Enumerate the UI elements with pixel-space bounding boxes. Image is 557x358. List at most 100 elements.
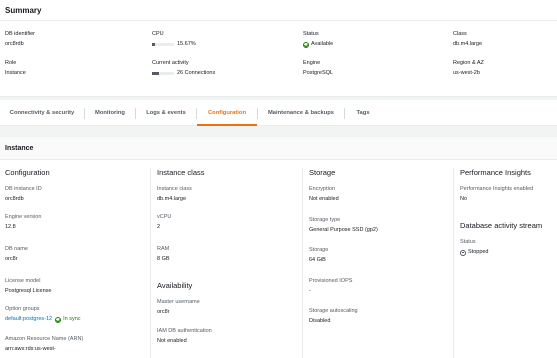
column-divider [453,168,454,358]
engine-field: Engine PostgreSQL [303,60,333,77]
performance-insights-title: Performance Insights [460,168,531,177]
db-identifier-field: DB identifier orc8rdb [5,31,35,48]
cpu-label: CPU [152,31,164,37]
activity-progress-fill [152,72,159,75]
activity-progress-bar [152,72,174,75]
arn-value: arn:aws:rds:us-west- [5,346,56,352]
tab-maintenance-backups[interactable]: Maintenance & backups [258,100,344,126]
instance-class-column: Instance class [157,168,205,177]
stopped-icon [460,249,466,256]
storage-type-label: Storage type [309,217,341,223]
ram-label: RAM [157,246,170,252]
cpu-field: CPU 15.67% [152,31,196,48]
pi-enabled-value: No [460,196,468,202]
iops-value: - [309,288,311,294]
arn-label: Amazon Resource Name (ARN) [5,336,84,342]
db-name-label: DB name [5,246,28,252]
vcpu-value: 2 [157,224,161,230]
cpu-value-row: 15.67% [152,41,196,48]
autoscaling-value: Disabled [309,318,331,324]
master-username-field: Master username orc8r [157,299,200,316]
engine-label: Engine [303,60,321,66]
ram-field: RAM 8 GB [157,246,170,263]
current-activity-value: 26 Connections [177,70,216,76]
instance-class-field: Instance class db.m4.large [157,186,192,203]
in-sync-badge: In sync [55,316,81,323]
option-groups-label: Option groups [5,306,40,312]
current-activity-value-row: 26 Connections [152,70,215,77]
status-label: Status [303,31,319,37]
storage-size-label: Storage [309,247,329,253]
option-groups-value-row: default:postgres-12 In sync [5,316,81,323]
iops-field: Provisioned IOPS - [309,278,352,295]
iam-auth-value: Not enabled [157,338,187,344]
tab-tags[interactable]: Tags [345,100,381,126]
check-circle-icon [303,41,309,48]
current-activity-field: Current activity 26 Connections [152,60,215,77]
role-label: Role [5,60,17,66]
activity-stream-status-label: Status [460,239,476,245]
instance-title: Instance [5,145,34,152]
instance-class-label: Instance class [157,186,192,192]
storage-type-field: Storage type General Purpose SSD (gp2) [309,217,378,234]
vcpu-label: vCPU [157,214,172,220]
arn-field: Amazon Resource Name (ARN) arn:aws:rds:u… [5,336,83,353]
activity-stream-title: Database activity stream [460,221,543,230]
status-value: Available [311,41,334,47]
db-identifier-label: DB identifier [5,31,35,37]
engine-version-label: Engine version [5,214,42,220]
in-sync-text: In sync [63,316,81,322]
column-divider [150,168,151,358]
option-group-link[interactable]: default:postgres-12 [5,316,52,323]
tab-configuration[interactable]: Configuration [197,100,257,126]
license-model-label: License model [5,278,41,284]
vcpu-field: vCPU 2 [157,214,171,231]
performance-insights-column: Performance Insights [460,168,531,177]
db-identifier-value: orc8rdb [5,41,24,47]
region-field: Region & AZ us-west-2b [453,60,484,77]
master-username-label: Master username [157,299,200,305]
license-model-field: License model Postgresql License [5,278,51,295]
availability-title: Availability [157,281,193,290]
option-groups-field: Option groups default:postgres-12 In syn… [5,306,81,323]
class-value: db.m4.large [453,41,483,47]
activity-stream-status-field: Status Stopped [460,239,489,256]
tab-connectivity-security[interactable]: Connectivity & security [0,100,84,126]
column-divider [302,168,303,358]
autoscaling-field: Storage autoscaling Disabled [309,308,358,325]
db-instance-id-label: DB instance ID [5,186,42,192]
encryption-field: Encryption Not enabled [309,186,339,203]
engine-version-value: 12.8 [5,224,16,230]
iam-auth-field: IAM DB authentication Not enabled [157,328,212,345]
region-label: Region & AZ [453,60,484,66]
status-badge: Available [303,41,333,48]
class-label: Class [453,31,467,37]
instance-class-title: Instance class [157,168,205,177]
encryption-label: Encryption [309,186,335,192]
class-field: Class db.m4.large [453,31,482,48]
iam-auth-label: IAM DB authentication [157,328,212,334]
configuration-title: Configuration [5,168,50,177]
instance-header: Instance [0,137,557,160]
check-circle-icon [55,316,62,323]
status-field: Status Available [303,31,333,48]
db-instance-id-value: orc8rdb [5,196,24,202]
activity-stream-status-row: Stopped [460,249,489,256]
ram-value: 8 GB [157,256,170,262]
current-activity-label: Current activity [152,60,189,66]
pi-enabled-label: Performance Insights enabled [460,186,534,192]
tab-logs-events[interactable]: Logs & events [136,100,196,126]
db-name-field: DB name orc8r [5,246,28,263]
tab-monitoring[interactable]: Monitoring [85,100,135,126]
activity-stream-status-value: Stopped [468,249,489,255]
storage-type-value: General Purpose SSD (gp2) [309,227,378,233]
engine-version-field: Engine version 12.8 [5,214,41,231]
summary-title: Summary [5,6,42,15]
license-model-value: Postgresql License [5,288,52,294]
instance-panel: Instance Configuration DB instance ID or… [0,137,557,358]
storage-column: Storage [309,168,335,177]
storage-title: Storage [309,168,336,177]
cpu-progress-bar [152,43,174,46]
master-username-value: orc8r [157,309,170,315]
engine-value: PostgreSQL [303,70,333,76]
